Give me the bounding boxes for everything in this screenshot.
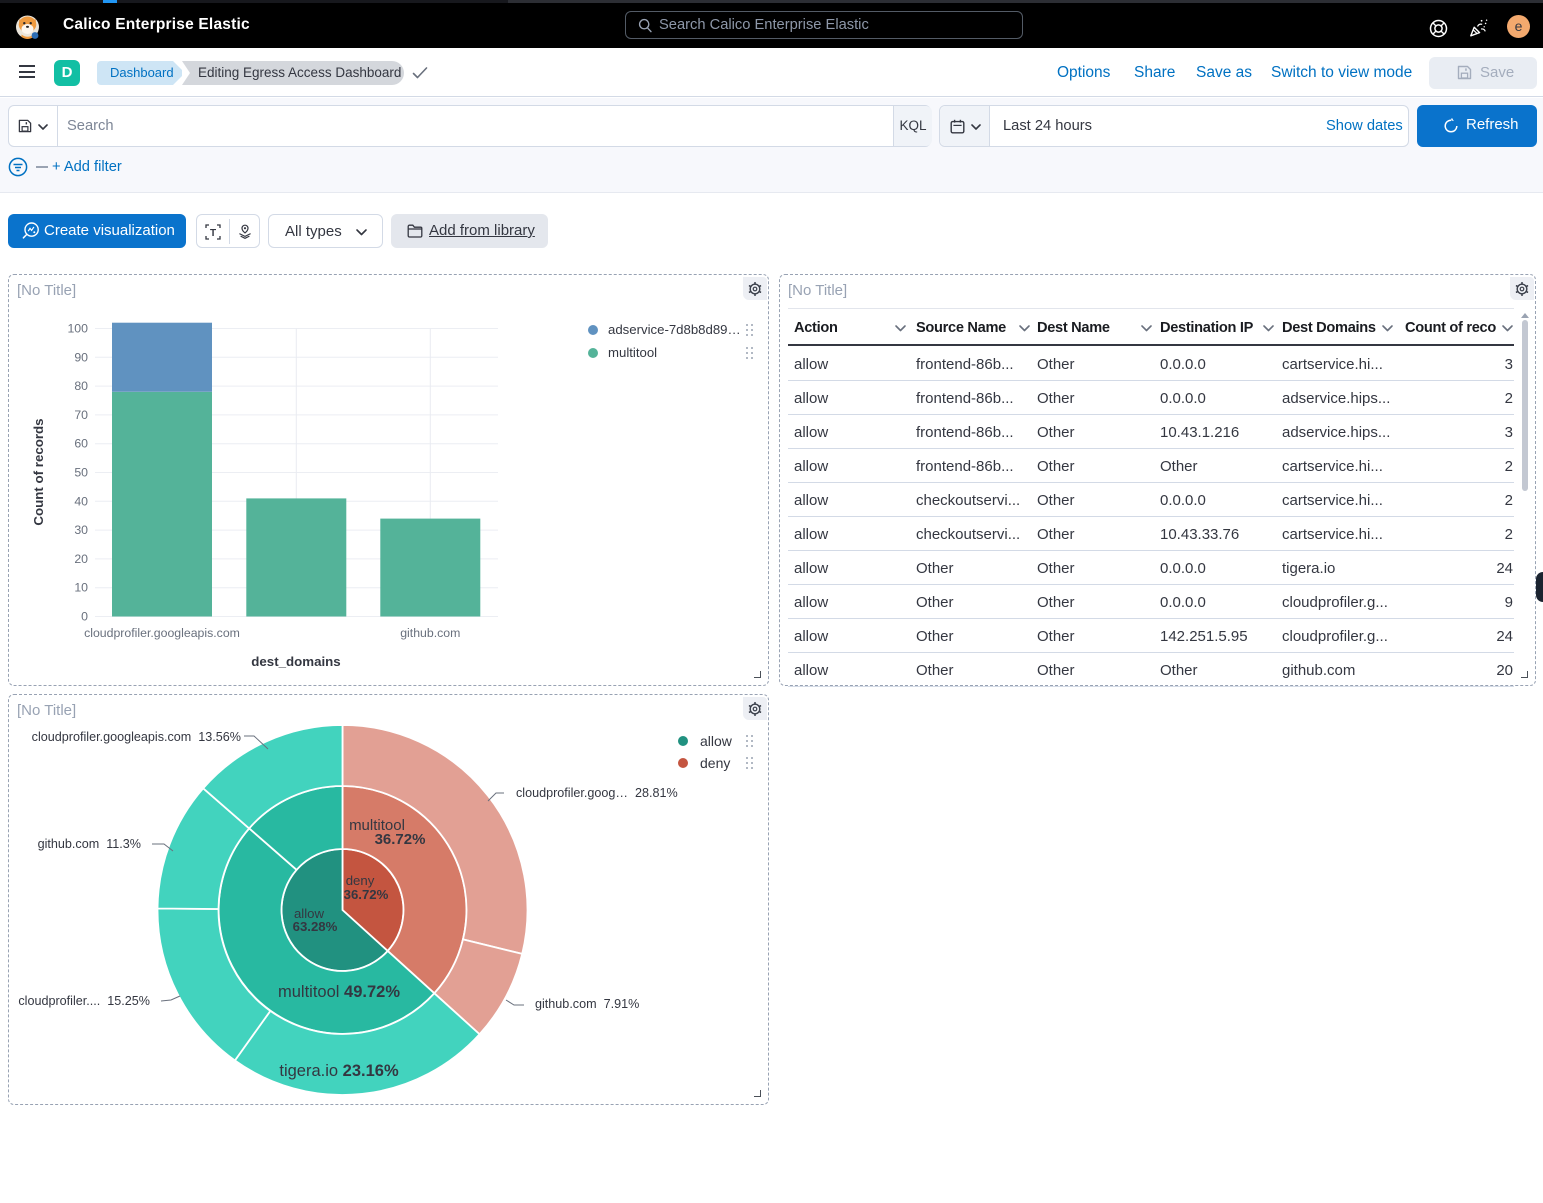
svg-text:10: 10 [74,581,88,595]
svg-text:60: 60 [74,437,88,451]
svg-text:0: 0 [81,610,88,624]
svg-text:100: 100 [67,322,88,336]
svg-text:50: 50 [74,466,88,480]
svg-text:Count of records: Count of records [31,418,46,525]
svg-text:70: 70 [74,408,88,422]
svg-text:90: 90 [74,350,88,364]
svg-text:dest_domains: dest_domains [251,654,340,669]
svg-text:80: 80 [74,379,88,393]
svg-text:40: 40 [74,494,88,508]
svg-text:30: 30 [74,523,88,537]
svg-text:github.com: github.com [400,626,460,640]
svg-text:T: T [210,228,216,239]
svg-text:20: 20 [74,552,88,566]
svg-text:cloudprofiler.googleapis.com: cloudprofiler.googleapis.com [84,626,240,640]
